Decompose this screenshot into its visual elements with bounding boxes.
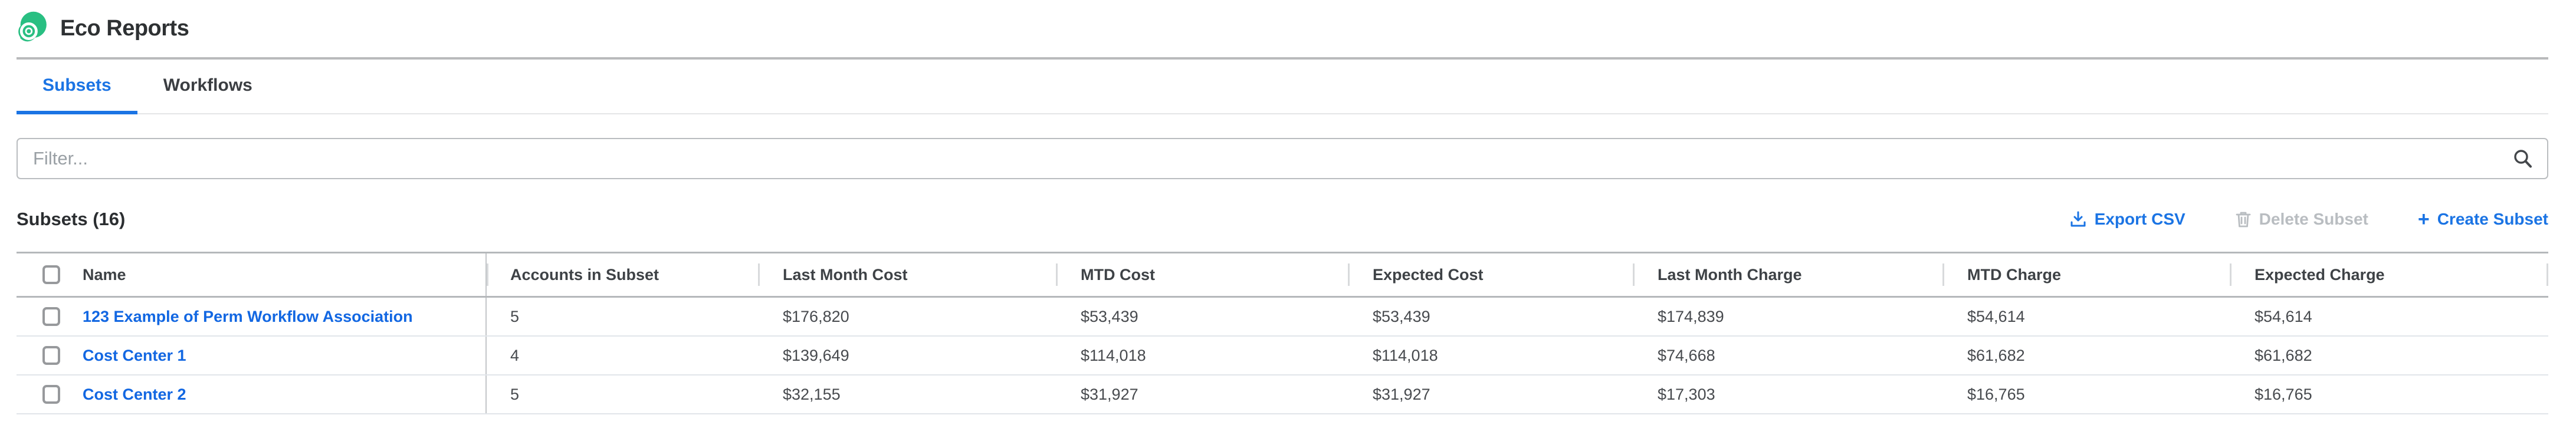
export-csv-label: Export CSV	[2095, 210, 2186, 229]
cell-mtd-cost: $53,439	[1056, 298, 1348, 335]
search-icon[interactable]	[2512, 148, 2534, 170]
page-title: Eco Reports	[60, 16, 189, 41]
table-body: 123 Example of Perm Workflow Association…	[17, 298, 2548, 414]
table-row: Cost Center 2 5 $32,155 $31,927 $31,927 …	[17, 375, 2548, 414]
cell-expected-charge: $16,765	[2230, 375, 2548, 413]
subsets-table: Name Accounts in Subset Last Month Cost …	[17, 252, 2548, 414]
cell-mtd-charge: $16,765	[1942, 375, 2230, 413]
cell-mtd-charge: $61,682	[1942, 337, 2230, 374]
cell-last-month-cost: $176,820	[758, 298, 1056, 335]
table-row: Cost Center 1 4 $139,649 $114,018 $114,0…	[17, 337, 2548, 375]
filter-input[interactable]	[17, 138, 2548, 179]
filter-bar	[17, 138, 2548, 179]
tab-bar: Subsets Workflows	[17, 60, 2548, 114]
cell-last-month-cost: $139,649	[758, 337, 1056, 374]
cell-expected-charge: $54,614	[2230, 298, 2548, 335]
tab-workflows[interactable]: Workflows	[137, 60, 278, 114]
row-checkbox[interactable]	[42, 346, 60, 365]
table-header-row: Name Accounts in Subset Last Month Cost …	[17, 252, 2548, 298]
subset-name-link[interactable]: Cost Center 2	[83, 386, 186, 404]
delete-subset-label: Delete Subset	[2259, 210, 2368, 229]
cell-mtd-cost: $114,018	[1056, 337, 1348, 374]
section-title: Subsets (16)	[17, 209, 125, 230]
cell-expected-charge: $61,682	[2230, 337, 2548, 374]
app-header: Eco Reports	[0, 0, 2576, 57]
cell-last-month-charge: $74,668	[1633, 337, 1942, 374]
create-subset-label: Create Subset	[2437, 210, 2548, 229]
cell-accounts-in-subset: 5	[487, 375, 758, 413]
export-csv-button[interactable]: Export CSV	[2069, 210, 2186, 229]
column-header-expected-charge[interactable]: Expected Charge	[2230, 253, 2548, 296]
cell-last-month-charge: $174,839	[1633, 298, 1942, 335]
subset-name-link[interactable]: Cost Center 1	[83, 347, 186, 365]
section-header: Subsets (16) Export CSV Delete Subset + …	[17, 209, 2548, 230]
column-header-last-month-cost[interactable]: Last Month Cost	[758, 253, 1056, 296]
delete-subset-button[interactable]: Delete Subset	[2235, 210, 2368, 229]
cell-expected-cost: $114,018	[1348, 337, 1633, 374]
download-icon	[2069, 210, 2087, 228]
cell-mtd-charge: $54,614	[1942, 298, 2230, 335]
column-header-accounts[interactable]: Accounts in Subset	[487, 253, 758, 296]
tab-subsets[interactable]: Subsets	[17, 60, 137, 114]
cell-last-month-cost: $32,155	[758, 375, 1056, 413]
column-header-last-month-charge[interactable]: Last Month Charge	[1633, 253, 1942, 296]
action-bar: Export CSV Delete Subset + Create Subset	[2069, 209, 2548, 229]
cell-mtd-cost: $31,927	[1056, 375, 1348, 413]
column-header-name[interactable]: Name	[78, 253, 487, 296]
table-row: 123 Example of Perm Workflow Association…	[17, 298, 2548, 337]
plus-icon: +	[2418, 209, 2430, 229]
column-header-mtd-cost[interactable]: MTD Cost	[1056, 253, 1348, 296]
cell-accounts-in-subset: 5	[487, 298, 758, 335]
trash-icon	[2235, 210, 2252, 228]
cell-last-month-charge: $17,303	[1633, 375, 1942, 413]
column-header-expected-cost[interactable]: Expected Cost	[1348, 253, 1633, 296]
select-all-checkbox[interactable]	[42, 265, 60, 284]
eco-swirl-logo-icon	[13, 10, 48, 48]
subset-name-link[interactable]: 123 Example of Perm Workflow Association	[83, 308, 413, 326]
cell-expected-cost: $31,927	[1348, 375, 1633, 413]
column-header-mtd-charge[interactable]: MTD Charge	[1942, 253, 2230, 296]
cell-accounts-in-subset: 4	[487, 337, 758, 374]
cell-expected-cost: $53,439	[1348, 298, 1633, 335]
row-checkbox[interactable]	[42, 385, 60, 404]
create-subset-button[interactable]: + Create Subset	[2418, 209, 2548, 229]
row-checkbox[interactable]	[42, 307, 60, 326]
